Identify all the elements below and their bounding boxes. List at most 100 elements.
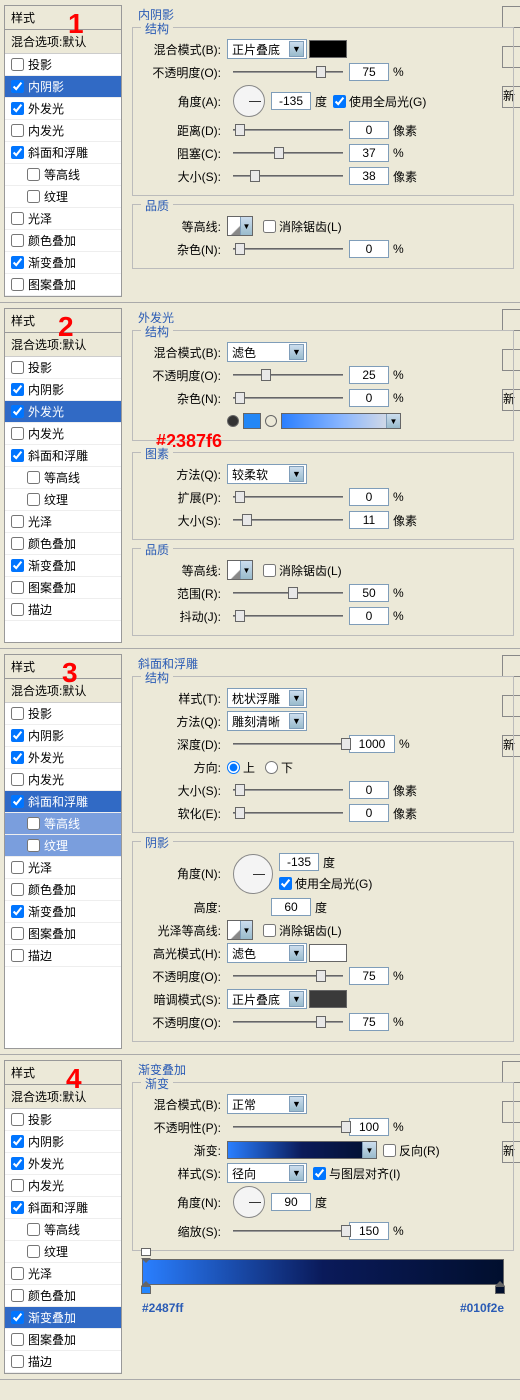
angle-input[interactable] [271, 92, 311, 110]
value-input[interactable] [349, 584, 389, 602]
style-checkbox[interactable] [11, 707, 24, 720]
slider[interactable] [233, 390, 343, 406]
style-checkbox[interactable] [11, 515, 24, 528]
slider-thumb[interactable] [235, 392, 245, 404]
angle-input[interactable] [271, 1193, 311, 1211]
style-checkbox[interactable] [11, 1333, 24, 1346]
value-input[interactable] [349, 781, 389, 799]
ok-button[interactable] [502, 6, 520, 28]
style-checkbox[interactable] [11, 1157, 24, 1170]
style-checkbox[interactable] [11, 1311, 24, 1324]
dropdown[interactable]: 雕刻清晰▼ [227, 711, 307, 731]
dropdown[interactable]: 较柔软▼ [227, 464, 307, 484]
angle-input[interactable] [279, 853, 319, 871]
slider-thumb[interactable] [235, 610, 245, 622]
slider[interactable] [233, 64, 343, 80]
sidebar-item[interactable]: 渐变叠加 [5, 901, 121, 923]
sidebar-item[interactable]: 描边 [5, 1351, 121, 1373]
slider-thumb[interactable] [235, 784, 245, 796]
value-input[interactable] [349, 167, 389, 185]
ok-button[interactable] [502, 1061, 520, 1083]
color-swatch[interactable] [309, 40, 347, 58]
sidebar-item[interactable]: 光泽 [5, 857, 121, 879]
slider[interactable] [233, 168, 343, 184]
gradient-radio[interactable] [265, 415, 277, 427]
slider[interactable] [233, 489, 343, 505]
style-checkbox[interactable] [27, 471, 40, 484]
sidebar-item[interactable]: 光泽 [5, 511, 121, 533]
style-checkbox[interactable] [27, 817, 40, 830]
sidebar-item[interactable]: 斜面和浮雕 [5, 1197, 121, 1219]
value-input[interactable] [349, 735, 395, 753]
dropdown[interactable]: 正常▼ [227, 1094, 307, 1114]
dropdown[interactable]: 正片叠底▼ [227, 39, 307, 59]
style-checkbox[interactable] [27, 1245, 40, 1258]
style-checkbox[interactable] [11, 146, 24, 159]
style-checkbox[interactable] [11, 1135, 24, 1148]
value-input[interactable] [349, 1013, 389, 1031]
angle-dial[interactable] [233, 85, 265, 117]
slider[interactable] [233, 367, 343, 383]
sidebar-item[interactable]: 纹理 [5, 489, 121, 511]
dropdown[interactable]: 滤色▼ [227, 342, 307, 362]
style-checkbox[interactable] [27, 493, 40, 506]
slider-thumb[interactable] [250, 170, 260, 182]
style-checkbox[interactable] [27, 839, 40, 852]
style-checkbox[interactable] [11, 1201, 24, 1214]
sidebar-item[interactable]: 等高线 [5, 1219, 121, 1241]
style-checkbox[interactable] [11, 427, 24, 440]
style-checkbox[interactable] [11, 1179, 24, 1192]
ok-button[interactable] [502, 655, 520, 677]
style-checkbox[interactable] [11, 729, 24, 742]
style-checkbox[interactable] [27, 168, 40, 181]
sidebar-item[interactable]: 斜面和浮雕 [5, 791, 121, 813]
value-input[interactable] [349, 488, 389, 506]
color-swatch[interactable] [243, 413, 261, 429]
style-checkbox[interactable] [11, 234, 24, 247]
sidebar-item[interactable]: 投影 [5, 1109, 121, 1131]
style-checkbox[interactable] [27, 190, 40, 203]
sidebar-item[interactable]: 纹理 [5, 1241, 121, 1263]
gradient-stop-right[interactable] [495, 1286, 505, 1296]
slider[interactable] [233, 1014, 343, 1030]
sidebar-item[interactable]: 外发光 [5, 98, 121, 120]
value-input[interactable] [349, 607, 389, 625]
direction-up[interactable]: 上 [227, 759, 255, 776]
slider[interactable] [233, 241, 343, 257]
sidebar-item[interactable]: 投影 [5, 703, 121, 725]
sidebar-item[interactable]: 等高线 [5, 813, 121, 835]
slider[interactable] [233, 1119, 343, 1135]
blend-options-default[interactable]: 混合选项:默认 [5, 1085, 121, 1109]
global-light-checkbox[interactable]: 使用全局光(G) [279, 875, 372, 892]
slider-thumb[interactable] [316, 66, 326, 78]
sidebar-item[interactable]: 描边 [5, 945, 121, 967]
sidebar-item[interactable]: 描边 [5, 599, 121, 621]
sidebar-item[interactable]: 图案叠加 [5, 274, 121, 296]
sidebar-item[interactable]: 光泽 [5, 1263, 121, 1285]
slider-thumb[interactable] [235, 243, 245, 255]
sidebar-item[interactable]: 光泽 [5, 208, 121, 230]
sidebar-item[interactable]: 图案叠加 [5, 923, 121, 945]
style-checkbox[interactable] [11, 603, 24, 616]
slider-thumb[interactable] [341, 738, 351, 750]
sidebar-item[interactable]: 斜面和浮雕 [5, 445, 121, 467]
slider-thumb[interactable] [316, 1016, 326, 1028]
solid-color-radio[interactable] [227, 415, 239, 427]
slider[interactable] [233, 736, 343, 752]
dropdown[interactable]: 正片叠底▼ [227, 989, 307, 1009]
angle-dial[interactable] [233, 1186, 265, 1218]
style-checkbox[interactable] [11, 751, 24, 764]
value-input[interactable] [349, 967, 389, 985]
slider-thumb[interactable] [235, 491, 245, 503]
sidebar-item[interactable]: 图案叠加 [5, 577, 121, 599]
sidebar-item[interactable]: 外发光 [5, 401, 121, 423]
sidebar-item[interactable]: 外发光 [5, 747, 121, 769]
sidebar-item[interactable]: 内阴影 [5, 725, 121, 747]
style-checkbox[interactable] [11, 124, 24, 137]
style-checkbox[interactable] [11, 102, 24, 115]
value-input[interactable] [349, 144, 389, 162]
slider-thumb[interactable] [235, 807, 245, 819]
slider[interactable] [233, 585, 343, 601]
contour-picker[interactable]: ▼ [227, 216, 253, 236]
sidebar-item[interactable]: 纹理 [5, 835, 121, 857]
